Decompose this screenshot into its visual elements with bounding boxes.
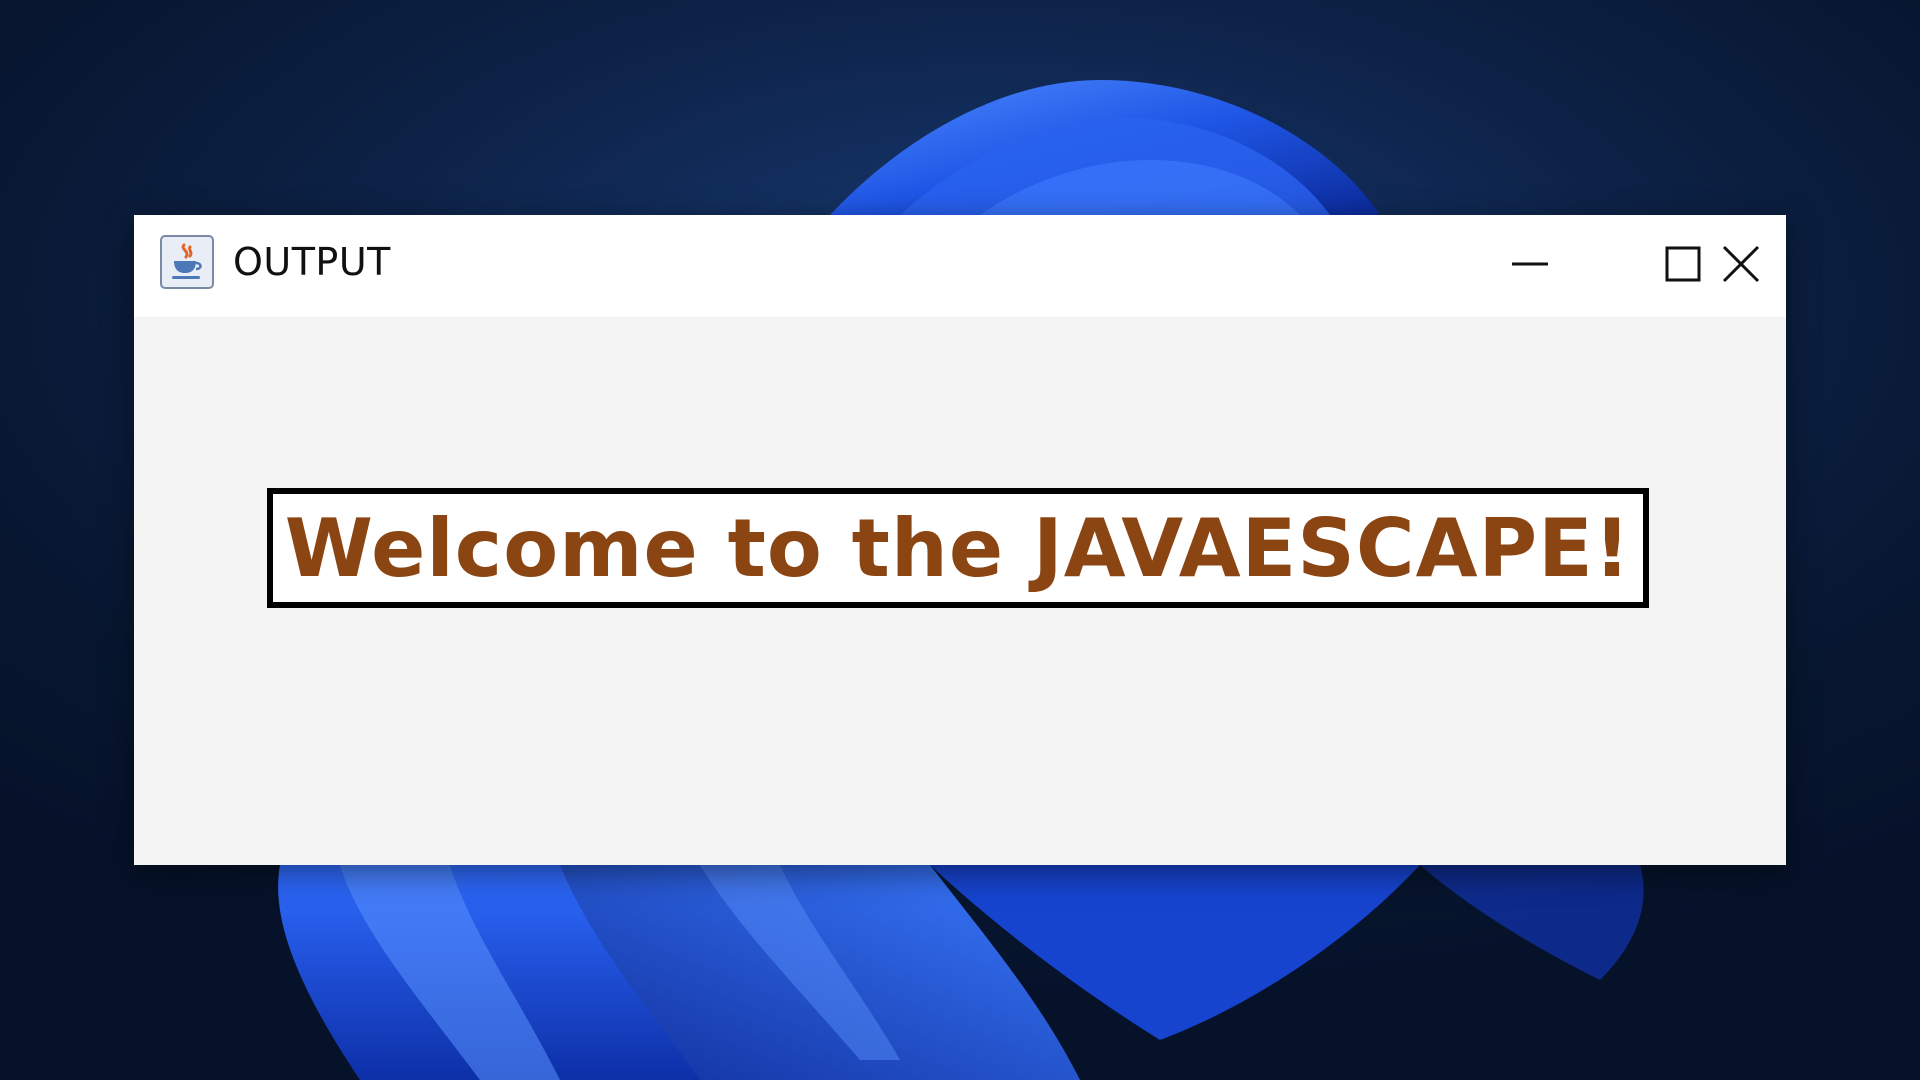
minimize-button[interactable] bbox=[1455, 215, 1605, 317]
title-bar[interactable]: OUTPUT bbox=[134, 215, 1786, 317]
welcome-label: Welcome to the JAVAESCAPE! bbox=[267, 488, 1649, 608]
content-pane: Welcome to the JAVAESCAPE! bbox=[134, 317, 1786, 865]
java-cup-icon bbox=[160, 235, 214, 289]
window-title: OUTPUT bbox=[233, 240, 391, 284]
close-icon bbox=[1721, 244, 1761, 288]
minimize-icon bbox=[1510, 244, 1550, 288]
close-button[interactable] bbox=[1696, 215, 1786, 317]
output-window: OUTPUT Welcome to the JAVAESCAPE! bbox=[134, 215, 1786, 865]
